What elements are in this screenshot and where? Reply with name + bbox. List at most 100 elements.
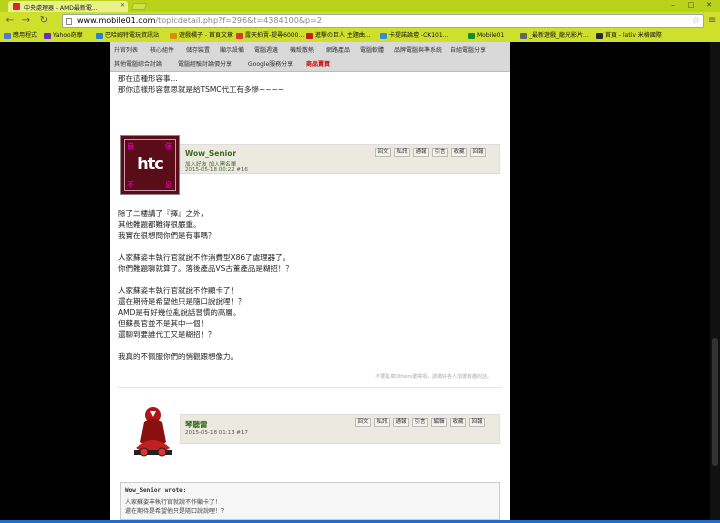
new-tab-button[interactable] [130, 3, 148, 10]
subnav-link[interactable]: 其他電腦綜合討論 [114, 59, 162, 71]
post-actions: 回文 私訊 通報 引言 收藏 回報 [375, 148, 495, 158]
avatar[interactable] [130, 402, 176, 462]
bookmark-item[interactable]: 巴哈姆特電玩資訊站 [96, 31, 159, 41]
subnav-link[interactable]: 電腦經驗討論價分享 [178, 59, 232, 71]
subnav-link[interactable]: 升官列表 [114, 45, 138, 57]
post-line: 人家蘇姿丰執行官就說不作顯卡了！ [118, 286, 238, 295]
scrollbar[interactable] [710, 42, 720, 520]
avatar[interactable]: 自 強 不 息 htc [120, 135, 180, 195]
author-name[interactable]: Wow_Senior [185, 149, 236, 158]
close-window-icon[interactable]: ✕ [700, 0, 718, 10]
action-button[interactable]: 引言 [412, 418, 428, 427]
action-button[interactable]: 私訊 [394, 148, 410, 157]
tab-strip: 中央處理器 - AMD最新電... ✕ – □ ✕ [0, 0, 720, 12]
post-date: 2015-05-18 00:22 #16 [185, 167, 248, 173]
subnav-link[interactable]: 自組電腦分享 [450, 45, 486, 57]
subnav-link[interactable]: Google服務分享 [248, 59, 293, 71]
post-line: 除了二樓講了『擇』之外， [118, 209, 208, 218]
quote-author: Wow_Senior wrote: [125, 487, 187, 494]
bookmarks-bar: 應用程式 Yahoo奇摩 巴哈姆特電玩資訊站 遊戲橘子 - 首頁文章 露天拍賣-提尋60… [0, 30, 720, 42]
htc-logo: htc [137, 154, 164, 173]
bookmark-item[interactable]: 遊戲橘子 - 首頁文章 [170, 31, 233, 41]
post-divider [118, 387, 502, 388]
action-button[interactable]: 回文 [375, 148, 391, 157]
bookmark-item[interactable]: 應用程式 [4, 31, 37, 41]
address-bar[interactable]: www.mobile01.com/topicdetail.php?f=296&t… [62, 14, 704, 28]
forward-icon[interactable]: → [20, 15, 32, 27]
action-button[interactable]: 收藏 [451, 148, 467, 157]
author-bar: 琴聽雷 2015-05-18 01:13 #17 回文 私訊 通報 引言 編輯 收藏 回報 [180, 414, 500, 444]
bookmark-label: Yahoo奇摩 [53, 32, 83, 39]
subnav-link[interactable]: 品牌電腦與準系統 [394, 45, 442, 57]
post-line: 其他難題都難得很嚴重。 [118, 220, 201, 229]
subnav-link[interactable]: 顯示設備 [220, 45, 244, 57]
bookmark-item[interactable]: 露天拍賣-提尋6000... [236, 31, 304, 41]
action-button[interactable]: 引言 [432, 148, 448, 157]
action-button[interactable]: 回文 [355, 418, 371, 427]
bookmark-icon [468, 33, 475, 39]
post-line: 但蘇長官並不是其中一個！ [118, 319, 208, 328]
subnav-link[interactable]: 電腦軟體 [360, 45, 384, 57]
bookmark-label: 卡提諾論壇 -CK101... [389, 32, 449, 39]
minimize-icon[interactable]: – [664, 0, 682, 10]
browser-tab[interactable]: 中央處理器 - AMD最新電... ✕ [8, 1, 128, 12]
forum-content: 升官列表 核心組件 儲存裝置 顯示設備 電腦週邊 機殼散熱 網路產品 電腦軟體 品牌電腦與準系統… [110, 42, 510, 520]
signature: 不要亂寫Others選擇項，請選好各人加選有趣的話。 [375, 374, 492, 380]
subnav-link[interactable]: 電腦週邊 [254, 45, 278, 57]
url-host: www.mobile01.com [77, 16, 156, 25]
author-name[interactable]: 琴聽雷 [185, 419, 208, 430]
bookmark-icon [4, 33, 11, 39]
scrollbar-thumb[interactable] [712, 338, 718, 466]
post-line: 還聊到要誰代工又是糊招！？ [118, 330, 216, 339]
bookmark-item[interactable]: 進擊の巨人 主題曲... [306, 31, 371, 41]
bookmark-icon [306, 33, 313, 39]
back-icon[interactable]: ← [4, 15, 16, 27]
bookmark-label: 遊戲橘子 - 首頁文章 [179, 32, 233, 39]
bookmark-label: Mobile01 [477, 32, 505, 39]
avatar-char-tr: 強 [165, 142, 172, 150]
bookmark-label: _最新遊戲_龍光影片... [529, 32, 589, 39]
post-line: 那在這種形容事... [118, 74, 178, 83]
subnav-link[interactable]: 機殼散熱 [290, 45, 314, 57]
reload-icon[interactable]: ↻ [38, 15, 50, 27]
action-button[interactable]: 編輯 [431, 418, 447, 427]
subnav-link[interactable]: 商品賣買 [306, 59, 330, 71]
menu-icon[interactable]: ≡ [708, 15, 716, 26]
avatar-char-br: 息 [165, 181, 172, 189]
maximize-icon[interactable]: □ [682, 0, 700, 10]
subnav-link[interactable]: 網路產品 [326, 45, 350, 57]
bookmark-item[interactable]: Mobile01 [468, 31, 504, 41]
action-button[interactable]: 通報 [393, 418, 409, 427]
bookmark-item[interactable]: 首頁 - lativ 米格國際 [596, 31, 662, 41]
action-button[interactable]: 私訊 [374, 418, 390, 427]
action-button[interactable]: 回報 [469, 418, 485, 427]
bookmark-icon [170, 33, 177, 39]
bookmark-icon [380, 33, 387, 39]
favicon-icon [13, 3, 20, 10]
quote-box: Wow_Senior wrote: 人家蘇姿丰執行官就說不作顯卡了！ 還在期待是… [120, 482, 500, 520]
subnav-row-2: 其他電腦綜合討論 電腦經驗討論價分享 Google服務分享 商品賣買 [110, 59, 510, 71]
quote-line: 人家蘇姿丰執行官就說不作顯卡了！ [125, 499, 222, 506]
bookmark-item[interactable]: Yahoo奇摩 [44, 31, 83, 41]
bookmark-icon [236, 33, 243, 39]
post-line: 人家蘇姿丰執行官就說不作消費型X86了處理器了。 [118, 253, 291, 262]
subnav-link[interactable]: 儲存裝置 [186, 45, 210, 57]
action-button[interactable]: 回報 [470, 148, 486, 157]
bookmark-label: 露天拍賣-提尋6000... [245, 32, 305, 39]
bookmark-label: 進擊の巨人 主題曲... [315, 32, 371, 39]
subnav-row-1: 升官列表 核心組件 儲存裝置 顯示設備 電腦週邊 機殼散熱 網路產品 電腦軟體 品牌電腦與準系統… [110, 45, 510, 57]
bookmark-icon [596, 33, 603, 39]
bookmark-item[interactable]: _最新遊戲_龍光影片... [520, 31, 589, 41]
page-viewport: 升官列表 核心組件 儲存裝置 顯示設備 電腦週邊 機殼散熱 網路產品 電腦軟體 品牌電腦與準系統… [0, 42, 720, 520]
action-button[interactable]: 收藏 [450, 418, 466, 427]
bookmark-star-icon[interactable]: ☆ [692, 15, 700, 27]
bookmark-item[interactable]: 卡提諾論壇 -CK101... [380, 31, 448, 41]
bookmark-label: 應用程式 [13, 32, 38, 39]
action-button[interactable]: 通報 [413, 148, 429, 157]
post-line: 那你這樣形容意思就是給TSMC代工有多慘~~~~ [118, 85, 285, 94]
toolbar: ← → ↻ www.mobile01.com/topicdetail.php?f… [0, 12, 720, 30]
subnav-link[interactable]: 核心組件 [150, 45, 174, 57]
browser-chrome: 中央處理器 - AMD最新電... ✕ – □ ✕ ← → ↻ www.mobi… [0, 0, 720, 42]
close-tab-icon[interactable]: ✕ [120, 2, 125, 9]
quote-line: 還在期待是希望他只是隨口說說哩！？ [125, 508, 228, 515]
